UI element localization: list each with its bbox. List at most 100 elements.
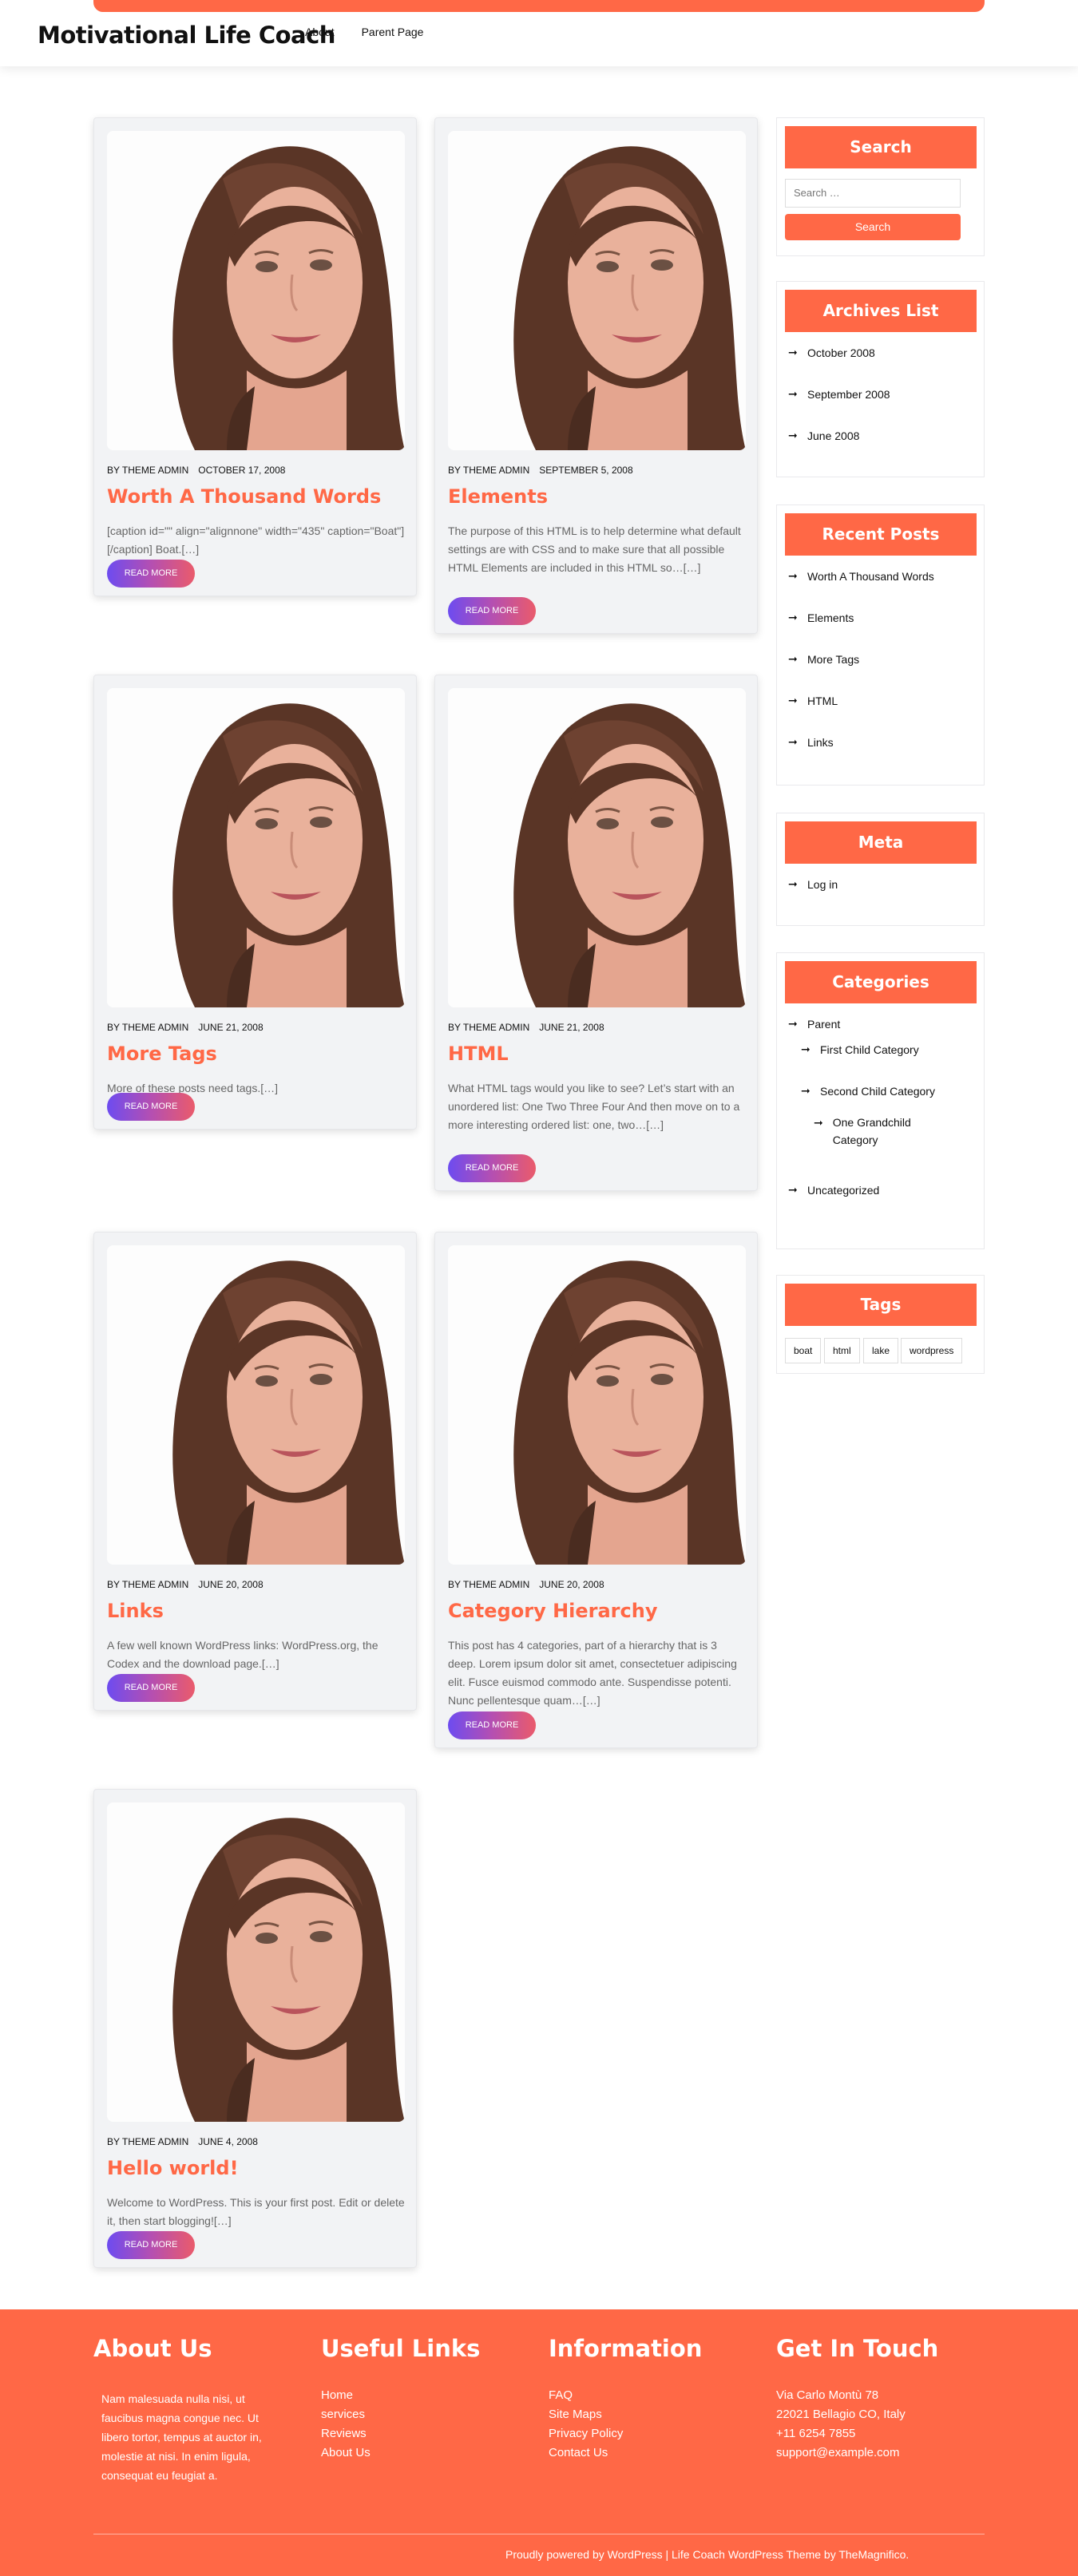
category-link[interactable]: ➞ One Grandchild Category — [814, 1114, 941, 1149]
category-label[interactable]: Uncategorized — [807, 1184, 879, 1197]
post-author[interactable]: BY THEME ADMIN — [107, 2136, 188, 2147]
tag-link[interactable]: wordpress — [901, 1338, 963, 1363]
tag-link[interactable]: boat — [785, 1338, 822, 1363]
post-card: BY THEME ADMIN JUNE 21, 2008 More Tags M… — [93, 675, 417, 1130]
post-author[interactable]: BY THEME ADMIN — [107, 465, 188, 476]
category-link[interactable]: ➞ First Child Category — [801, 1043, 919, 1056]
read-more-button[interactable]: READ MORE — [107, 1674, 195, 1702]
nav-item-about[interactable]: About — [305, 26, 335, 38]
archive-label[interactable]: September 2008 — [807, 388, 890, 401]
read-more-button[interactable]: READ MORE — [448, 597, 536, 625]
post-thumbnail[interactable] — [448, 688, 746, 1007]
post-author[interactable]: BY THEME ADMIN — [448, 465, 529, 476]
arrow-right-icon: ➞ — [788, 569, 798, 582]
footer-link[interactable]: Contact Us — [549, 2443, 623, 2463]
footer-link[interactable]: Home — [321, 2386, 371, 2405]
contact-email[interactable]: support@example.com — [776, 2443, 906, 2463]
category-label[interactable]: One Grandchild Category — [833, 1114, 941, 1149]
post-title[interactable]: More Tags — [107, 1043, 217, 1065]
arrow-right-icon: ➞ — [788, 694, 798, 706]
footer-link[interactable]: FAQ — [549, 2386, 623, 2405]
recent-post-label[interactable]: Links — [807, 736, 834, 749]
category-link[interactable]: ➞ Parent — [788, 1017, 840, 1031]
read-more-button[interactable]: READ MORE — [107, 1093, 195, 1121]
read-more-button[interactable]: READ MORE — [107, 560, 195, 588]
category-label[interactable]: Parent — [807, 1018, 840, 1031]
post-author[interactable]: BY THEME ADMIN — [448, 1579, 529, 1590]
arrow-right-icon: ➞ — [788, 346, 798, 358]
archive-link[interactable]: ➞ September 2008 — [788, 387, 890, 401]
footer-link[interactable]: Privacy Policy — [549, 2424, 623, 2443]
recent-post-link[interactable]: ➞ More Tags — [788, 652, 859, 666]
footer-link[interactable]: About Us — [321, 2443, 371, 2463]
post-thumbnail[interactable] — [107, 1245, 405, 1565]
category-link[interactable]: ➞ Second Child Category — [801, 1084, 935, 1098]
archive-label[interactable]: June 2008 — [807, 429, 859, 442]
post-date[interactable]: SEPTEMBER 5, 2008 — [539, 465, 632, 476]
post-date[interactable]: JUNE 20, 2008 — [539, 1579, 604, 1590]
arrow-right-icon: ➞ — [814, 1116, 823, 1129]
post-date[interactable]: JUNE 21, 2008 — [198, 1022, 263, 1033]
widget-title: Search — [785, 126, 977, 168]
search-input[interactable]: Search … — [785, 179, 961, 208]
recent-post-link[interactable]: ➞ HTML — [788, 694, 838, 707]
post-author[interactable]: BY THEME ADMIN — [448, 1022, 529, 1033]
post-date[interactable]: JUNE 4, 2008 — [198, 2136, 258, 2147]
archive-label[interactable]: October 2008 — [807, 346, 875, 359]
read-more-button[interactable]: READ MORE — [448, 1711, 536, 1739]
recent-post-label[interactable]: Elements — [807, 611, 854, 624]
post-thumbnail[interactable] — [107, 1802, 405, 2122]
recent-post-link[interactable]: ➞ Links — [788, 735, 834, 749]
post-card: BY THEME ADMIN JUNE 20, 2008 Category Hi… — [434, 1232, 758, 1748]
site-title[interactable]: Motivational Life Coach — [38, 22, 335, 49]
post-thumbnail[interactable] — [107, 688, 405, 1007]
post-meta: BY THEME ADMIN JUNE 4, 2008 — [107, 2136, 258, 2147]
post-thumbnail[interactable] — [448, 131, 746, 450]
tag-link[interactable]: lake — [863, 1338, 899, 1363]
nav-item-parent-page[interactable]: Parent Page — [362, 26, 424, 38]
widget-title: Meta — [785, 821, 977, 864]
recent-post-label[interactable]: More Tags — [807, 653, 859, 666]
arrow-right-icon: ➞ — [788, 1183, 798, 1196]
footer-link[interactable]: services — [321, 2405, 371, 2424]
contact-phone[interactable]: +11 6254 7855 — [776, 2424, 906, 2443]
category-link[interactable]: ➞ Uncategorized — [788, 1183, 879, 1197]
post-card: BY THEME ADMIN SEPTEMBER 5, 2008 Element… — [434, 117, 758, 634]
footer-link[interactable]: Site Maps — [549, 2405, 623, 2424]
search-button[interactable]: Search — [785, 214, 961, 240]
recent-post-label[interactable]: HTML — [807, 694, 838, 707]
category-label[interactable]: Second Child Category — [820, 1085, 935, 1098]
read-more-button[interactable]: READ MORE — [107, 2231, 195, 2259]
post-title[interactable]: Category Hierarchy — [448, 1600, 657, 1622]
footer-link[interactable]: Reviews — [321, 2424, 371, 2443]
archive-link[interactable]: ➞ June 2008 — [788, 429, 859, 442]
post-date[interactable]: OCTOBER 17, 2008 — [198, 465, 285, 476]
recent-post-label[interactable]: Worth A Thousand Words — [807, 570, 934, 583]
category-label[interactable]: First Child Category — [820, 1043, 919, 1056]
post-title[interactable]: Worth A Thousand Words — [107, 485, 381, 508]
post-thumbnail[interactable] — [107, 131, 405, 450]
post-card: BY THEME ADMIN OCTOBER 17, 2008 Worth A … — [93, 117, 417, 596]
post-date[interactable]: JUNE 20, 2008 — [198, 1579, 263, 1590]
tags-widget: Tags boat html lake wordpress — [776, 1275, 985, 1374]
post-card: BY THEME ADMIN JUNE 20, 2008 Links A few… — [93, 1232, 417, 1711]
meta-link[interactable]: ➞ Log in — [788, 877, 838, 891]
post-author[interactable]: BY THEME ADMIN — [107, 1579, 188, 1590]
author-portrait-image — [448, 131, 746, 450]
tag-link[interactable]: html — [824, 1338, 860, 1363]
post-meta: BY THEME ADMIN OCTOBER 17, 2008 — [107, 465, 285, 476]
meta-label[interactable]: Log in — [807, 878, 838, 891]
recent-post-link[interactable]: ➞ Worth A Thousand Words — [788, 569, 934, 583]
archive-link[interactable]: ➞ October 2008 — [788, 346, 875, 359]
post-thumbnail[interactable] — [448, 1245, 746, 1565]
post-title[interactable]: Hello world! — [107, 2157, 239, 2179]
read-more-button[interactable]: READ MORE — [448, 1154, 536, 1182]
post-title[interactable]: Links — [107, 1600, 164, 1622]
recent-post-link[interactable]: ➞ Elements — [788, 611, 854, 624]
post-date[interactable]: JUNE 21, 2008 — [539, 1022, 604, 1033]
arrow-right-icon: ➞ — [788, 387, 798, 400]
post-meta: BY THEME ADMIN SEPTEMBER 5, 2008 — [448, 465, 633, 476]
post-author[interactable]: BY THEME ADMIN — [107, 1022, 188, 1033]
post-title[interactable]: Elements — [448, 485, 548, 508]
post-title[interactable]: HTML — [448, 1043, 509, 1065]
